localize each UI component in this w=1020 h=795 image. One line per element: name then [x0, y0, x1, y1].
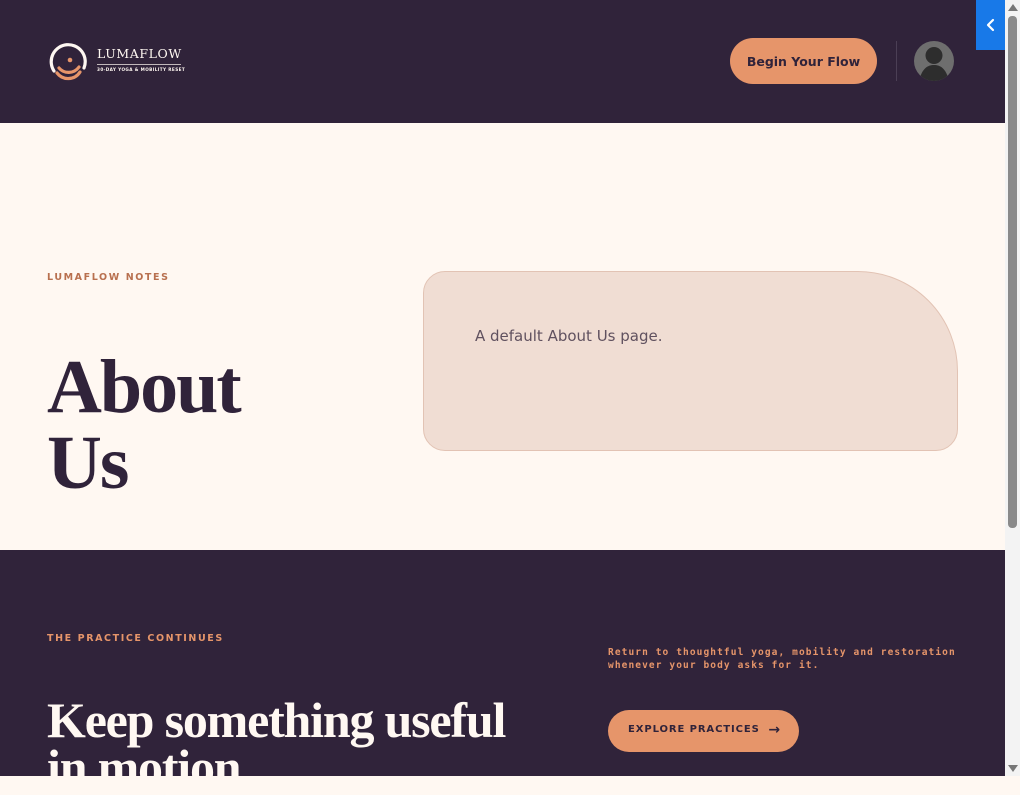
- scroll-down-arrow-icon[interactable]: [1008, 765, 1018, 772]
- side-panel-toggle-button[interactable]: [976, 0, 1005, 50]
- brand-divider: [97, 64, 181, 65]
- lumaflow-logo-icon: [49, 43, 87, 81]
- page-title-line-1: About: [47, 344, 242, 429]
- brand-logo[interactable]: LUMAFLOW 30-DAY YOGA & MOBILITY RESET: [49, 43, 199, 83]
- user-silhouette-icon: [919, 47, 949, 81]
- explore-practices-button[interactable]: EXPLORE PRACTICES →: [608, 710, 799, 752]
- vertical-scrollbar[interactable]: [1005, 0, 1020, 776]
- content-card: A default About Us page.: [423, 271, 958, 451]
- brand-tagline: 30-DAY YOGA & MOBILITY RESET: [97, 67, 186, 72]
- page-content: A default About Us page.: [475, 327, 663, 345]
- footer-heading-line-2: in motion.: [47, 738, 253, 795]
- footer-eyebrow: THE PRACTICE CONTINUES: [47, 633, 224, 644]
- user-avatar-icon[interactable]: [914, 41, 954, 81]
- brand-text: LUMAFLOW 30-DAY YOGA & MOBILITY RESET: [97, 47, 185, 72]
- begin-your-flow-button[interactable]: Begin Your Flow: [730, 38, 877, 84]
- header-divider: [896, 41, 897, 81]
- arrow-right-icon: →: [768, 722, 781, 738]
- explore-practices-label: EXPLORE PRACTICES: [628, 724, 760, 735]
- footer-heading: Keep something useful in motion.: [47, 691, 506, 795]
- footer-cta-section: THE PRACTICE CONTINUES Keep something us…: [0, 550, 1005, 792]
- footer-note: Return to thoughtful yoga, mobility and …: [608, 647, 956, 671]
- chevron-left-icon: [986, 18, 994, 32]
- scroll-up-arrow-icon[interactable]: [1008, 4, 1018, 11]
- scrollbar-thumb[interactable]: [1008, 16, 1017, 528]
- site-header: LUMAFLOW 30-DAY YOGA & MOBILITY RESET Be…: [0, 0, 1005, 123]
- section-eyebrow: LUMAFLOW NOTES: [47, 272, 170, 283]
- footer-heading-line-1: Keep something useful: [47, 691, 506, 748]
- page-title: About Us: [47, 344, 242, 505]
- brand-name: LUMAFLOW: [97, 46, 182, 61]
- about-section: LUMAFLOW NOTES About Us A default About …: [0, 123, 1005, 550]
- page-title-line-2: Us: [47, 420, 129, 505]
